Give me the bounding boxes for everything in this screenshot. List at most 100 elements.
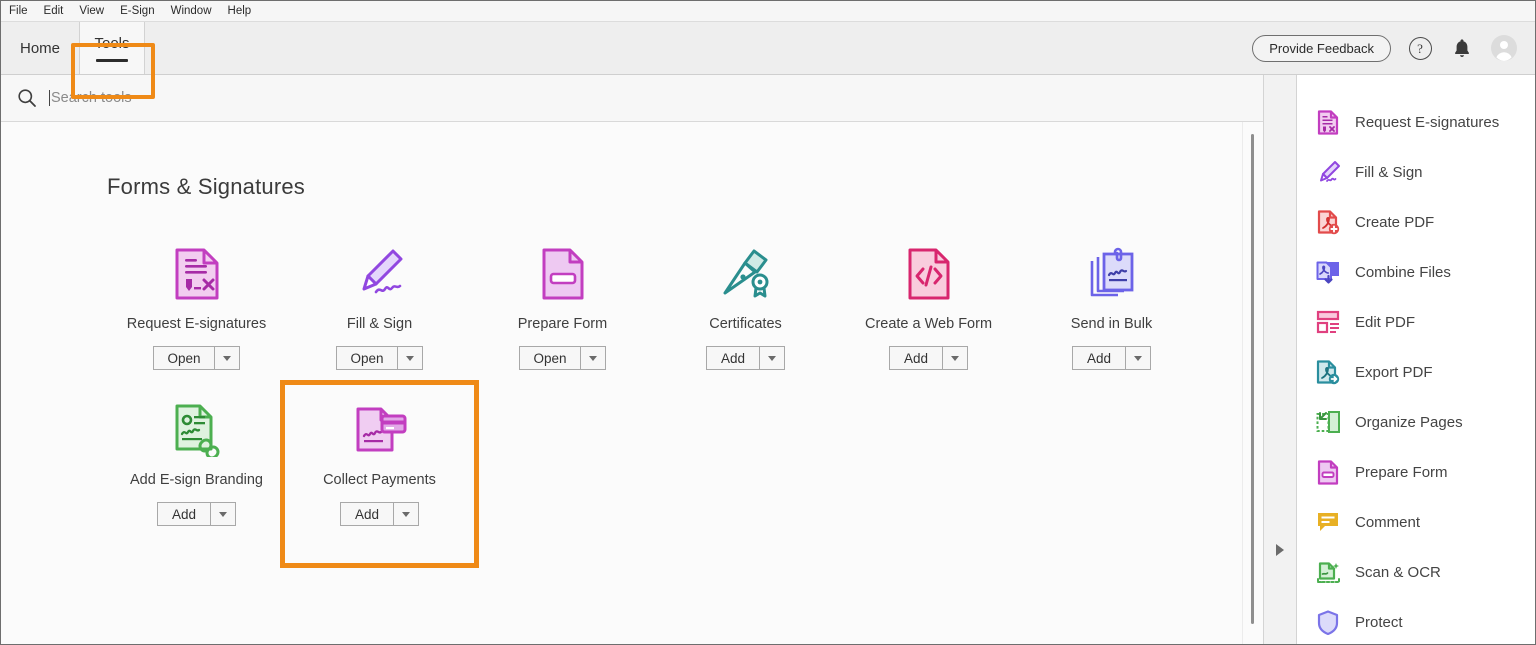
- scrollbar-thumb[interactable]: [1251, 134, 1254, 624]
- tool-tile-label: Create a Web Form: [864, 316, 993, 332]
- combine-files-icon: [1315, 259, 1341, 285]
- tool-action-label[interactable]: Open: [336, 346, 398, 370]
- rail-item-create-pdf[interactable]: Create PDF: [1297, 197, 1535, 247]
- tool-action-label[interactable]: Add: [706, 346, 760, 370]
- tool-tile-certificates[interactable]: Certificates Add: [654, 234, 837, 370]
- tools-pane: Search tools Forms & Signatures Request …: [1, 75, 1263, 644]
- tool-action-dropdown[interactable]: [214, 346, 240, 370]
- tool-tile-label: Fill & Sign: [346, 316, 413, 332]
- rail-item-edit-pdf[interactable]: Edit PDF: [1297, 297, 1535, 347]
- rail-item-label: Scan & OCR: [1355, 563, 1441, 581]
- request-esignatures-icon: [1315, 109, 1341, 135]
- tool-action-label[interactable]: Open: [519, 346, 581, 370]
- chevron-down-icon: [402, 511, 410, 517]
- rail-item-label: Edit PDF: [1355, 313, 1416, 331]
- menu-item-esign[interactable]: E-Sign: [120, 1, 164, 22]
- tool-action-dropdown[interactable]: [397, 346, 423, 370]
- canvas-scrollbar[interactable]: [1242, 122, 1263, 644]
- tool-tile-request-esignatures[interactable]: Request E-signatures Open: [105, 234, 288, 370]
- chevron-down-icon: [219, 511, 227, 517]
- tool-action-label[interactable]: Add: [340, 502, 394, 526]
- rail-item-scan-and-ocr[interactable]: Scan & OCR: [1297, 547, 1535, 597]
- tool-tile-add-e-sign-branding[interactable]: Add E-sign Branding Add: [105, 390, 288, 526]
- tool-action-dropdown[interactable]: [760, 346, 785, 370]
- rail-item-organize-pages[interactable]: Organize Pages: [1297, 397, 1535, 447]
- tool-action-label[interactable]: Add: [157, 502, 211, 526]
- tool-tile-collect-payments[interactable]: Collect Payments Add: [280, 380, 479, 568]
- search-input[interactable]: Search tools: [49, 90, 132, 106]
- export-pdf-icon: [1315, 359, 1341, 385]
- tool-action-button[interactable]: Add: [706, 346, 785, 370]
- rail-item-prepare-form[interactable]: Prepare Form: [1297, 447, 1535, 497]
- rail-item-protect[interactable]: Protect: [1297, 597, 1535, 644]
- rail-item-comment[interactable]: Comment: [1297, 497, 1535, 547]
- tool-tile-create-a-web-form[interactable]: Create a Web Form Add: [837, 234, 1020, 370]
- chevron-right-icon: [1276, 544, 1284, 556]
- header-actions: Provide Feedback ?: [1252, 22, 1535, 74]
- rail-item-label: Fill & Sign: [1355, 163, 1423, 181]
- tool-action-label[interactable]: Add: [1072, 346, 1126, 370]
- tool-action-button[interactable]: Add: [889, 346, 968, 370]
- scan-ocr-icon: [1315, 559, 1341, 585]
- notifications-button[interactable]: [1449, 35, 1475, 61]
- search-bar[interactable]: Search tools: [1, 75, 1263, 122]
- rail-item-export-pdf[interactable]: Export PDF: [1297, 347, 1535, 397]
- tool-action-button[interactable]: Open: [153, 346, 240, 370]
- tool-action-button[interactable]: Add: [157, 502, 236, 526]
- tool-tile-label: Prepare Form: [517, 316, 608, 332]
- provide-feedback-button[interactable]: Provide Feedback: [1252, 34, 1391, 62]
- tools-canvas-wrap: Forms & Signatures Request E-signatures …: [1, 122, 1263, 644]
- tool-action-dropdown[interactable]: [211, 502, 236, 526]
- tool-action-dropdown[interactable]: [580, 346, 606, 370]
- menu-item-view[interactable]: View: [79, 1, 113, 22]
- menu-item-file[interactable]: File: [9, 1, 37, 22]
- send-in-bulk-icon: [1086, 246, 1138, 302]
- help-icon: ?: [1408, 36, 1432, 60]
- rail-item-label: Combine Files: [1355, 263, 1451, 281]
- tool-action-label[interactable]: Add: [889, 346, 943, 370]
- chevron-down-icon: [951, 355, 959, 361]
- tool-action-button[interactable]: Open: [519, 346, 606, 370]
- create-pdf-icon: [1315, 209, 1341, 235]
- tool-tile-fill-and-sign[interactable]: Fill & Sign Open: [288, 234, 471, 370]
- chevron-down-icon: [1134, 355, 1142, 361]
- tool-action-button[interactable]: Open: [336, 346, 423, 370]
- account-button[interactable]: [1491, 35, 1517, 61]
- tab-home[interactable]: Home: [1, 22, 79, 74]
- panel-expander[interactable]: [1263, 75, 1297, 644]
- tab-tools-label: Tools: [94, 34, 130, 52]
- tool-action-dropdown[interactable]: [1126, 346, 1151, 370]
- tool-action-button[interactable]: Add: [340, 502, 419, 526]
- tool-action-dropdown[interactable]: [943, 346, 968, 370]
- prepare-form-icon: [540, 246, 586, 302]
- menu-bar: File Edit View E-Sign Window Help: [1, 1, 1535, 22]
- tab-tools[interactable]: Tools: [79, 22, 145, 74]
- rail-item-fill-and-sign[interactable]: Fill & Sign: [1297, 147, 1535, 197]
- search-icon: [18, 89, 36, 107]
- rail-item-request-esignatures[interactable]: Request E-signatures: [1297, 97, 1535, 147]
- rail-item-combine-files[interactable]: Combine Files: [1297, 247, 1535, 297]
- organize-pages-icon: [1315, 409, 1341, 435]
- tool-tile-prepare-form[interactable]: Prepare Form Open: [471, 234, 654, 370]
- menu-item-help[interactable]: Help: [228, 1, 261, 22]
- menu-item-edit[interactable]: Edit: [44, 1, 73, 22]
- tab-active-underline: [96, 58, 128, 62]
- tool-action-button[interactable]: Add: [1072, 346, 1151, 370]
- user-avatar-icon: [1491, 35, 1517, 61]
- bell-icon: [1454, 39, 1470, 57]
- acrobat-window: File Edit View E-Sign Window Help Home T…: [0, 0, 1536, 645]
- help-button[interactable]: ?: [1407, 35, 1433, 61]
- tab-strip: Home Tools Provide Feedback ?: [1, 22, 1535, 99]
- rail-item-label: Comment: [1355, 513, 1421, 531]
- tool-tile-send-in-bulk[interactable]: Send in Bulk Add: [1020, 234, 1203, 370]
- create-web-form-icon: [906, 246, 952, 302]
- tool-action-label[interactable]: Open: [153, 346, 215, 370]
- search-placeholder: Search tools: [51, 90, 132, 106]
- chevron-down-icon: [768, 355, 776, 361]
- tool-tile-label: Add E-sign Branding: [130, 472, 263, 488]
- tool-action-dropdown[interactable]: [394, 502, 419, 526]
- menu-item-window[interactable]: Window: [171, 1, 221, 22]
- tool-tile-label: Collect Payments: [323, 472, 436, 488]
- tool-tile-label: Certificates: [709, 316, 782, 332]
- certificates-icon: [719, 246, 773, 302]
